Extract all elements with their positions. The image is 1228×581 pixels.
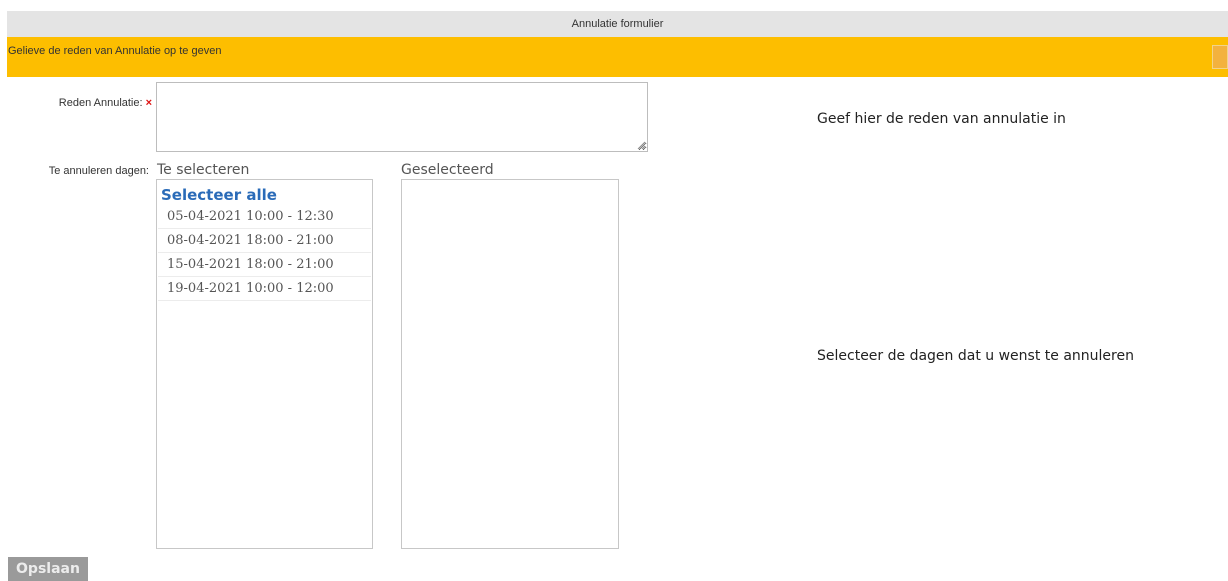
window-titlebar: Annulatie formulier (7, 11, 1228, 37)
close-banner-button[interactable] (1212, 45, 1228, 69)
available-heading: Te selecteren (157, 162, 250, 178)
resize-grip-icon[interactable] (637, 141, 646, 150)
available-options: 05-04-2021 10:00 - 12:30 08-04-2021 18:0… (157, 206, 372, 301)
select-all-link[interactable]: Selecteer alle (157, 180, 372, 204)
required-icon: × (145, 97, 152, 109)
selected-heading: Geselecteerd (401, 162, 494, 178)
list-item[interactable]: 15-04-2021 18:00 - 21:00 (158, 254, 371, 277)
warning-banner: Gelieve de reden van Annulatie op te gev… (7, 37, 1228, 77)
list-item[interactable]: 05-04-2021 10:00 - 12:30 (158, 206, 371, 229)
reason-label: Reden Annulatie: (58, 97, 143, 109)
reason-hint: Geef hier de reden van annulatie in (817, 111, 1066, 127)
banner-message: Gelieve de reden van Annulatie op te gev… (8, 45, 222, 57)
available-days-list[interactable]: Selecteer alle 05-04-2021 10:00 - 12:30 … (156, 179, 373, 549)
list-item[interactable]: 19-04-2021 10:00 - 12:00 (158, 278, 371, 301)
reason-label-row: Reden Annulatie: × (40, 97, 152, 109)
reason-textarea[interactable] (156, 82, 648, 152)
selected-days-list[interactable] (401, 179, 619, 549)
days-label: Te annuleren dagen: (48, 165, 149, 177)
days-hint: Selecteer de dagen dat u wenst te annule… (817, 348, 1134, 364)
window-title: Annulatie formulier (571, 18, 664, 30)
list-item[interactable]: 08-04-2021 18:00 - 21:00 (158, 230, 371, 253)
save-button[interactable]: Opslaan (8, 557, 88, 581)
